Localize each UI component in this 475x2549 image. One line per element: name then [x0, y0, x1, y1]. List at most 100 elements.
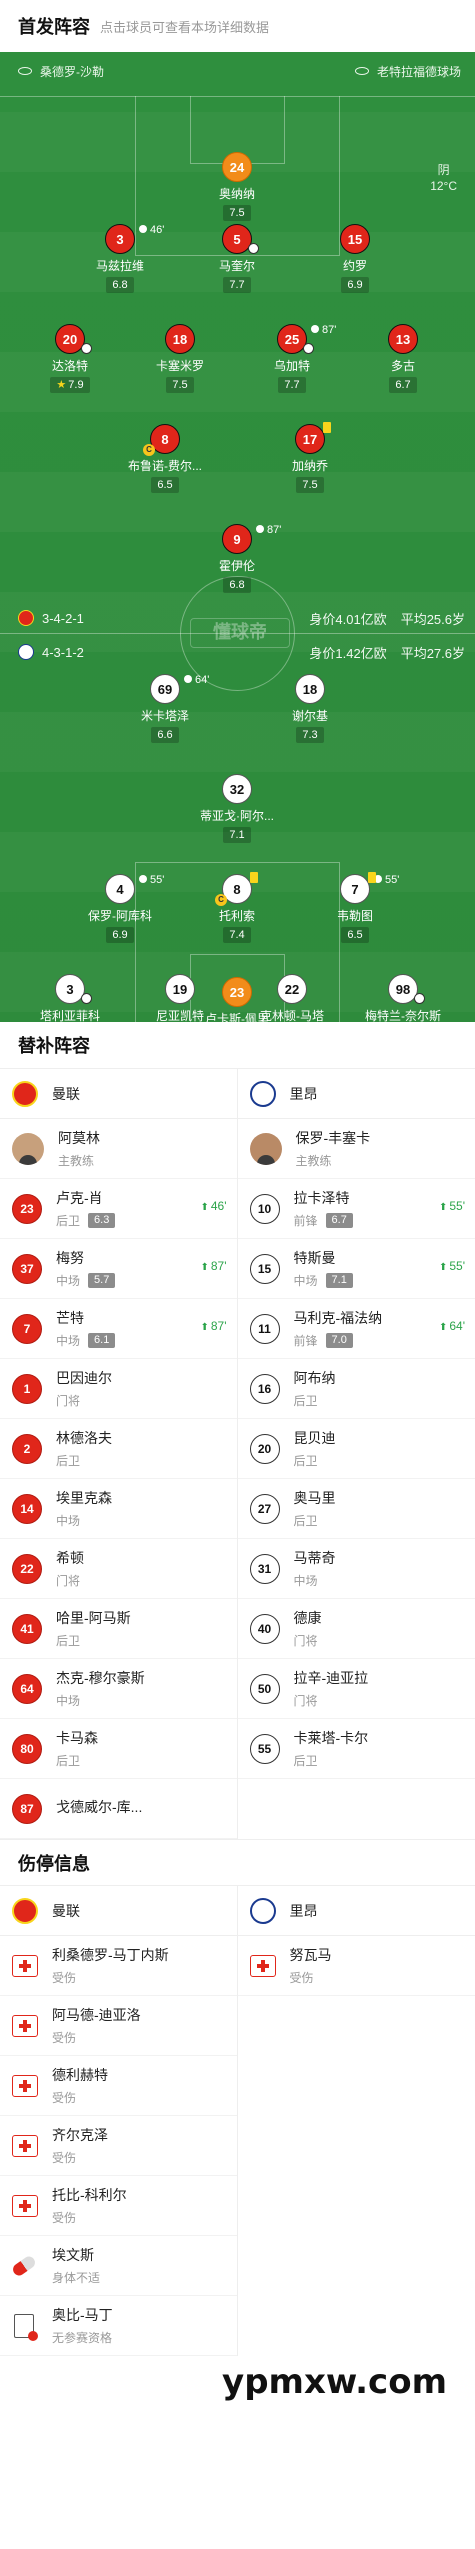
subs-home-team[interactable]: 曼联	[0, 1069, 237, 1119]
document-icon	[14, 2313, 38, 2341]
substitute-row[interactable]: 37 梅努中场 5.7 87'	[0, 1239, 237, 1299]
player-name: 昆贝迪	[293, 1430, 336, 1446]
home-player[interactable]: 20 达洛特 ★ 7.9	[25, 324, 115, 393]
player-info: 马蒂奇 中场	[294, 1548, 336, 1589]
subs-away-team[interactable]: 里昂	[237, 1069, 475, 1119]
player-info: 巴因迪尔 门将	[56, 1368, 112, 1409]
coach-avatar	[249, 1132, 282, 1165]
home-player[interactable]: 3 46' 马兹拉维 6.8	[75, 224, 165, 293]
player-rating-value: 7.5	[302, 479, 318, 491]
injuries-home-team[interactable]: 曼联	[0, 1886, 237, 1936]
injury-row[interactable]: 齐尔克泽 受伤	[0, 2116, 237, 2176]
home-player[interactable]: 24 奥纳纳 7.5	[192, 152, 282, 221]
player-name: 拉辛-迪亚拉	[293, 1670, 369, 1686]
player-info: 奥马里 后卫	[294, 1488, 336, 1529]
player-name: 奥纳纳	[218, 187, 255, 201]
player-rating: 6.7	[389, 377, 417, 393]
player-position: 后卫	[56, 1752, 98, 1769]
player-info: 利桑德罗-马丁内斯 受伤	[52, 1945, 169, 1986]
player-info: 阿马德-迪亚洛 受伤	[52, 2005, 141, 2046]
substitute-row[interactable]: 11 马利克-福法纳前锋 7.0 64'	[237, 1299, 475, 1359]
player-number: 37	[12, 1253, 42, 1284]
home-player[interactable]: 17 加纳乔 7.5	[265, 422, 355, 493]
away-player[interactable]: 98梅特兰-奈尔斯7.6	[358, 974, 448, 1022]
yellow-card-icon	[368, 872, 376, 883]
player-position: 中场	[56, 1512, 112, 1529]
injury-row[interactable]: 阿马德-迪亚洛 受伤	[0, 1996, 237, 2056]
substitute-row[interactable]: 14 埃里克森 中场	[0, 1479, 237, 1539]
substitute-row[interactable]: 40 德康 门将	[237, 1599, 475, 1659]
sub-off-time: 46'	[139, 224, 164, 236]
injury-row[interactable]: 努瓦马 受伤	[237, 1936, 475, 1996]
ball-icon	[81, 343, 92, 354]
home-player[interactable]: 25 87' 乌加特 7.7	[247, 324, 337, 393]
injury-row[interactable]: 埃文斯 身体不适	[0, 2236, 237, 2296]
away-player[interactable]: 32 蒂亚戈·阿尔... 7.1	[192, 774, 282, 843]
player-rating: 7.7	[223, 277, 251, 293]
player-number: 14	[12, 1493, 42, 1524]
player-name: 杰克-穆尔豪斯	[56, 1670, 145, 1686]
substitute-row[interactable]: 15 特斯曼中场 7.1 55'	[237, 1239, 475, 1299]
player-info: 德利赫特 受伤	[52, 2065, 108, 2106]
player-info: 杰克-穆尔豪斯 中场	[56, 1668, 145, 1709]
home-player[interactable]: 8 C 布鲁诺-费尔... 6.5	[120, 424, 210, 493]
home-player[interactable]: 18 卡塞米罗 7.5	[135, 324, 225, 393]
home-player[interactable]: 5 马奎尔 7.7	[192, 224, 282, 293]
player-position: 后卫	[56, 1452, 112, 1469]
substitute-row[interactable]: 50 拉辛-迪亚拉 门将	[237, 1659, 475, 1719]
substitute-row[interactable]: 55 卡莱塔-卡尔 后卫	[237, 1719, 475, 1779]
home-coach[interactable]: 阿莫林 主教练	[0, 1119, 237, 1179]
away-player[interactable]: 7 55' 韦勒图 6.5	[310, 872, 400, 943]
away-player[interactable]: 8 C 托利索 7.4	[192, 872, 282, 943]
player-number: 20	[249, 1433, 280, 1464]
player-rating: 7.5	[166, 377, 194, 393]
substitute-row[interactable]: 20 昆贝迪后卫	[237, 1419, 475, 1479]
injury-row[interactable]: 利桑德罗-马丁内斯 受伤	[0, 1936, 237, 1996]
away-player[interactable]: 3塔利亚菲科7.7	[25, 974, 115, 1022]
player-rating-value: 7.7	[229, 279, 245, 291]
substitute-row[interactable]: 27 奥马里 后卫	[237, 1479, 475, 1539]
home-player[interactable]: 15 约罗 6.9	[310, 224, 400, 293]
substitute-row[interactable]: 7 芒特中场 6.1 87'	[0, 1299, 237, 1359]
away-player[interactable]: 69 64' 米卡塔泽 6.6	[120, 674, 210, 743]
player-rating: 6.8	[223, 577, 251, 593]
player-name: 卡莱塔-卡尔	[293, 1730, 369, 1746]
position-label: 门将	[56, 1574, 81, 1588]
injury-row[interactable]: 奥比-马丁 无参赛资格	[0, 2296, 237, 2356]
away-coach[interactable]: 保罗-丰塞卡 主教练	[237, 1119, 475, 1179]
player-rating: 6.1	[88, 1333, 116, 1348]
player-name: 希顿	[56, 1550, 84, 1566]
player-number: 41	[12, 1613, 42, 1644]
position-label: 后卫	[293, 1454, 318, 1468]
injury-row[interactable]: 德利赫特 受伤	[0, 2056, 237, 2116]
player-info: 阿布纳 后卫	[294, 1368, 336, 1409]
away-player[interactable]: 23卢卡斯-佩里7.2	[192, 977, 282, 1022]
substitute-row[interactable]: 80 卡马森 后卫	[0, 1719, 237, 1779]
away-player[interactable]: 4 55' 保罗-阿库科 6.9	[75, 874, 165, 943]
substitute-row[interactable]: 64 杰克-穆尔豪斯 中场	[0, 1659, 237, 1719]
injury-row[interactable]: 托比-科利尔 受伤	[0, 2176, 237, 2236]
home-player[interactable]: 13 多古 6.7	[358, 324, 448, 393]
substitute-row[interactable]: 2 林德洛夫 后卫	[0, 1419, 237, 1479]
stadium-icon	[354, 67, 369, 75]
substitute-row[interactable]: 87 戈德威尔-库...	[0, 1779, 237, 1839]
player-info: 卡马森 后卫	[56, 1728, 98, 1769]
player-number: 80	[12, 1733, 42, 1764]
substitute-row[interactable]: 10 拉卡泽特前锋 6.7 55'	[237, 1179, 475, 1239]
injury-status: 受伤	[52, 2031, 77, 2045]
player-name: 约罗	[342, 259, 367, 273]
player-name: 利桑德罗-马丁内斯	[52, 1947, 169, 1963]
substitute-row[interactable]: 16 阿布纳 后卫	[237, 1359, 475, 1419]
substitute-row[interactable]: 1 巴因迪尔 门将	[0, 1359, 237, 1419]
coach-avatar	[12, 1132, 44, 1165]
away-player[interactable]: 18 谢尔基 7.3	[265, 674, 355, 743]
position-label: 中场	[293, 1574, 318, 1588]
substitute-row[interactable]: 41 哈里-阿马斯 后卫	[0, 1599, 237, 1659]
injuries-away-team[interactable]: 里昂	[237, 1886, 475, 1936]
substitute-row[interactable]: 31 马蒂奇 中场	[237, 1539, 475, 1599]
substitute-row[interactable]: 23 卢克-肖后卫 6.3 46'	[0, 1179, 237, 1239]
medkit-icon	[249, 1954, 276, 1977]
player-rating-value: 6.6	[157, 729, 173, 741]
home-player[interactable]: 9 87' 霍伊伦 6.8	[192, 524, 282, 593]
substitute-row[interactable]: 22 希顿 门将	[0, 1539, 237, 1599]
